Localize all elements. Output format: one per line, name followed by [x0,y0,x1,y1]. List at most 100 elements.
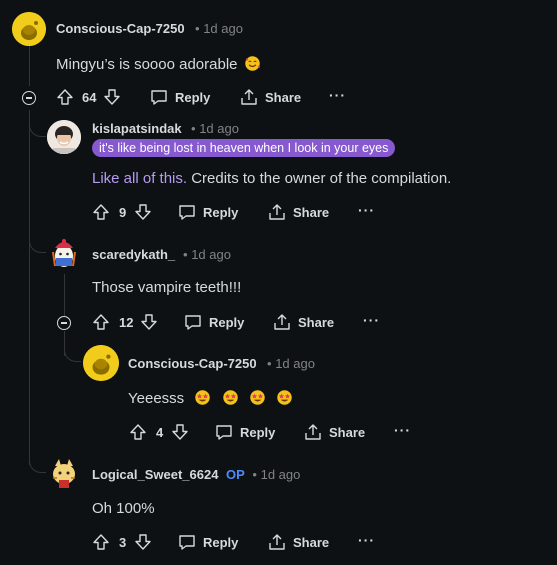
thread-elbow [29,458,46,473]
comment-body-text: Yeeesss [128,390,185,407]
thread-elbow [64,347,81,362]
reply-icon [179,205,195,220]
snoo-avatar-icon [52,239,76,267]
avatar[interactable] [12,12,46,46]
vote-group: 3 [92,533,152,551]
separator-dot: • [267,356,272,371]
vote-group: 4 [129,423,189,441]
share-icon [269,204,285,220]
thread-elbow [29,238,46,253]
reply-label: Reply [203,204,239,220]
vote-count: 12 [119,314,134,330]
comment-link[interactable]: Like all of this. [92,170,187,187]
vote-group: 64 [56,88,121,106]
comment-body: Like all of this. Credits to the owner o… [92,170,451,187]
downvote-icon[interactable] [171,423,189,441]
downvote-icon[interactable] [134,203,152,221]
star-struck-icon [222,390,238,405]
separator-dot: • [195,21,200,36]
comment-age: 1d ago [203,21,243,36]
reply-button[interactable]: Reply [215,423,275,441]
share-label: Share [298,314,335,330]
share-button[interactable]: Share [268,533,329,551]
avatar[interactable] [47,456,81,490]
reply-button[interactable]: Reply [178,203,238,221]
smiling-face-with-hearts-icon [244,56,260,71]
share-button[interactable]: Share [268,203,329,221]
separator-dot: • [183,247,188,262]
downvote-icon[interactable] [103,88,121,106]
comment-body: Those vampire teeth!!! [92,279,242,296]
reply-icon [185,315,201,330]
reply-button[interactable]: Reply [150,88,210,106]
reply-label: Reply [209,314,245,330]
comment-body: Yeeesss [128,389,293,407]
avatar[interactable] [47,120,81,154]
upvote-icon[interactable] [129,423,147,441]
share-label: Share [293,534,330,550]
collapse-button[interactable] [57,316,71,330]
user-photo-avatar-icon [47,120,81,154]
comment-meta: • 1d ago [195,21,243,36]
thread-line-root-children [29,110,30,465]
avatar[interactable] [47,236,81,270]
vote-count: 64 [82,89,97,105]
upvote-icon[interactable] [92,313,110,331]
separator-dot: • [252,467,257,482]
more-options-button[interactable]: ··· [329,87,346,103]
star-struck-icon [195,390,211,405]
upvote-icon[interactable] [56,88,74,106]
collapse-button[interactable] [22,91,36,105]
comment-age: 1d ago [191,247,231,262]
comment-meta: OP • 1d ago [226,467,300,482]
comment-username[interactable]: scaredykath_ [92,247,175,262]
share-icon [274,314,290,330]
comment-body: Oh 100% [92,500,155,517]
vote-count: 3 [119,534,127,550]
comment-body: Mingyu’s is soooo adorable [56,55,261,73]
op-badge: OP [226,467,245,482]
comment-username[interactable]: Logical_Sweet_6624 [92,467,218,482]
snoo-avatar-icon [53,459,75,488]
more-options-button[interactable]: ··· [394,422,411,438]
comment-username[interactable]: Conscious-Cap-7250 [128,356,257,371]
upvote-icon[interactable] [92,203,110,221]
thread-line-root [29,44,30,86]
share-label: Share [265,89,302,105]
snoo-avatar-icon [12,12,46,46]
avatar[interactable] [83,345,119,381]
thread-elbow [29,122,46,137]
more-options-button[interactable]: ··· [358,202,375,218]
share-icon [241,89,257,105]
reply-icon [179,535,195,550]
reply-button[interactable]: Reply [184,313,244,331]
share-icon [269,534,285,550]
reply-icon [216,425,232,440]
share-button[interactable]: Share [304,423,365,441]
share-button[interactable]: Share [240,88,301,106]
comment-meta: • 1d ago [267,356,315,371]
share-icon [305,424,321,440]
comment-username[interactable]: Conscious-Cap-7250 [56,21,185,36]
separator-dot: • [191,121,196,136]
comment-body-text: Credits to the owner of the compilation. [187,170,452,187]
downvote-icon[interactable] [140,313,158,331]
vote-group: 9 [92,203,152,221]
comment-age: 1d ago [260,467,301,482]
share-button[interactable]: Share [273,313,334,331]
more-options-button[interactable]: ··· [363,312,380,328]
comment-username[interactable]: kislapatsindak [92,121,182,136]
reply-icon [151,90,167,105]
more-options-button[interactable]: ··· [358,532,375,548]
downvote-icon[interactable] [134,533,152,551]
upvote-icon[interactable] [92,533,110,551]
share-label: Share [293,204,330,220]
snoo-avatar-icon [83,345,119,381]
share-label: Share [329,424,366,440]
star-struck-icon [277,390,292,405]
reply-label: Reply [175,89,211,105]
vote-count: 9 [119,204,127,220]
reply-button[interactable]: Reply [178,533,238,551]
star-struck-icon [249,390,265,405]
comment-age: 1d ago [275,356,315,371]
